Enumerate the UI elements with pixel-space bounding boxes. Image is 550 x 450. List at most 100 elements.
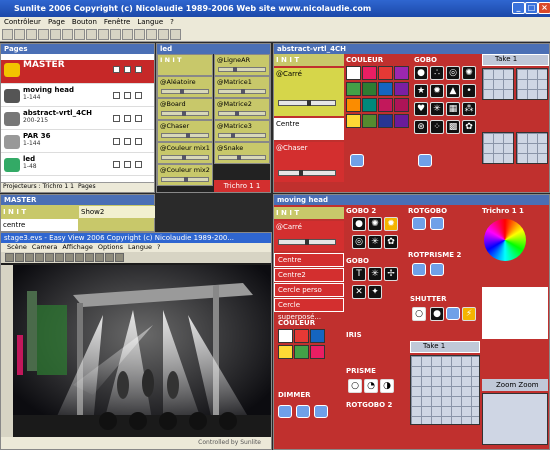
gobo-grid-icon[interactable]: ▦ (446, 102, 460, 116)
shutter-strobe-button[interactable] (446, 307, 460, 320)
save-icon[interactable] (26, 29, 37, 40)
cut-icon[interactable] (50, 29, 61, 40)
tab-pages[interactable]: Pages (78, 183, 96, 192)
ev-menu-scene[interactable]: Scène (7, 243, 27, 252)
menu-fenetre[interactable]: Fenêtre (104, 17, 130, 28)
gobo-rays-icon[interactable]: ✳ (368, 267, 382, 281)
mh-list-centre[interactable]: Centre (274, 253, 344, 267)
settings-icon[interactable] (98, 29, 109, 40)
ev-move-icon[interactable] (45, 253, 54, 262)
color-swatch[interactable] (378, 82, 393, 96)
page-checkbox[interactable] (113, 138, 120, 145)
page-checkbox[interactable] (135, 92, 142, 99)
rotprisme-button-1[interactable] (412, 263, 426, 276)
page-checkbox[interactable] (113, 92, 120, 99)
mh-list-cercle-superpose[interactable]: Cercle superposé... (274, 298, 344, 321)
gobo-dots2-icon[interactable]: ⁘ (430, 120, 444, 134)
copy-icon[interactable] (62, 29, 73, 40)
prisme-pie-icon[interactable]: ◔ (364, 379, 378, 393)
rotgobo-button-2[interactable] (430, 217, 444, 230)
play-icon[interactable] (134, 29, 145, 40)
gobo-wheel-icon[interactable]: ⊛ (414, 120, 428, 134)
page-checkbox[interactable] (135, 138, 142, 145)
ev-menu-langue[interactable]: Langue (128, 243, 152, 252)
ev-menu-camera[interactable]: Camera (32, 243, 58, 252)
ev-light-icon[interactable] (35, 253, 44, 262)
undo-icon[interactable] (86, 29, 97, 40)
led-matrice3-button[interactable]: @Matrice3 (214, 120, 270, 142)
dimmer-button-1[interactable] (278, 405, 292, 418)
position-grid-1[interactable] (482, 68, 514, 100)
gobo-yellow-icon[interactable]: ✹ (384, 217, 398, 231)
gobo-star-icon[interactable]: ★ (414, 84, 428, 98)
gobo-ring-icon[interactable]: ◎ (446, 66, 460, 80)
color-swatch[interactable] (294, 329, 309, 343)
rotgobo-button-1[interactable] (412, 217, 426, 230)
color-wheel-button[interactable] (350, 154, 364, 167)
gobo-spoke-icon[interactable]: ✢ (384, 267, 398, 281)
abstract-centre-item[interactable]: Centre (274, 118, 344, 140)
gobo-flower-icon[interactable]: ✿ (384, 235, 398, 249)
gobo-triangle-icon[interactable]: ▲ (446, 84, 460, 98)
position-grid-4[interactable] (516, 132, 548, 164)
color-swatch[interactable] (362, 82, 377, 96)
color-swatch[interactable] (378, 114, 393, 128)
color-swatch[interactable] (310, 329, 325, 343)
gobo-heart-icon[interactable]: ♥ (414, 102, 428, 116)
gobo-star-icon[interactable]: ✦ (368, 285, 382, 299)
ev-fog-icon[interactable] (85, 253, 94, 262)
led-matrice1-button[interactable]: @Matrice1 (214, 76, 270, 98)
stage-3d-view[interactable] (13, 265, 271, 439)
rotprisme-button-2[interactable] (430, 263, 444, 276)
led-couleur-mix1-button[interactable]: @Couleur mix1 (157, 142, 213, 164)
color-swatch[interactable] (346, 114, 361, 128)
ev-menu-help[interactable]: ? (157, 243, 160, 252)
menu-help[interactable]: ? (170, 17, 174, 28)
maximize-button[interactable]: □ (525, 2, 538, 14)
menu-page[interactable]: Page (48, 17, 65, 28)
open-icon[interactable] (14, 29, 25, 40)
color-swatch[interactable] (362, 66, 377, 80)
led-chaser-button[interactable]: @Chaser (157, 120, 213, 142)
help-icon[interactable] (170, 29, 181, 40)
led-ligne-ar-button[interactable]: @LigneAR (214, 54, 270, 76)
ev-menu-affichage[interactable]: Affichage (62, 243, 93, 252)
color-picker-wheel[interactable] (484, 219, 526, 261)
gobo-mesh-icon[interactable]: ▩ (446, 120, 460, 134)
gobo-dots-icon[interactable]: ∴ (430, 66, 444, 80)
ev-zoom-icon[interactable] (65, 253, 74, 262)
page-checkbox[interactable] (135, 161, 142, 168)
zoom-area[interactable] (482, 393, 548, 445)
gobo-dots-icon[interactable]: ✺ (368, 217, 382, 231)
page-checkbox[interactable] (113, 66, 120, 73)
close-button[interactable]: × (538, 2, 550, 14)
led-aleatoire-button[interactable]: @Aléatoire (157, 76, 213, 98)
page-checkbox[interactable] (124, 92, 131, 99)
mh-init-button[interactable]: I N I T (274, 207, 344, 219)
ev-settings-icon[interactable] (115, 253, 124, 262)
position-grid-2[interactable] (516, 68, 548, 100)
shutter-closed-icon[interactable]: ● (430, 307, 444, 321)
gobo-circle-icon[interactable]: ● (414, 66, 428, 80)
grid-icon[interactable] (110, 29, 121, 40)
prisme-half-icon[interactable]: ◑ (380, 379, 394, 393)
page-row-led[interactable]: led 1-48 (1, 155, 154, 176)
color-swatch[interactable] (378, 98, 393, 112)
page-checkbox[interactable] (124, 115, 131, 122)
page-checkbox[interactable] (124, 138, 131, 145)
color-swatch[interactable] (346, 66, 361, 80)
print-icon[interactable] (38, 29, 49, 40)
gobo-ring-icon[interactable]: ◎ (352, 235, 366, 249)
master-init-button[interactable]: I N I T (1, 206, 78, 218)
ev-play-icon[interactable] (95, 253, 104, 262)
led-snake-button[interactable]: @Snake (214, 142, 270, 164)
page-row-moving-head[interactable]: moving head 1-144 (1, 86, 154, 107)
mh-position-grid[interactable] (410, 355, 480, 425)
prisme-circle-icon[interactable]: ○ (348, 379, 362, 393)
gobo-spiral-icon[interactable]: ✹ (430, 84, 444, 98)
abstract-chaser-button[interactable]: @Chaser (274, 142, 344, 182)
page-row-master[interactable]: MASTER (1, 60, 154, 84)
paste-icon[interactable] (74, 29, 85, 40)
page-row-par36[interactable]: PAR 36 1-144 (1, 132, 154, 153)
abstract-carre-button[interactable]: @Carré (274, 68, 344, 116)
